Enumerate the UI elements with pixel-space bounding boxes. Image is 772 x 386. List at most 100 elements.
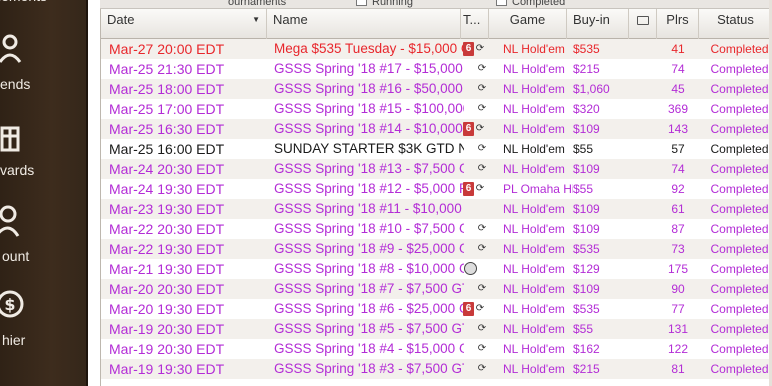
col-ticket[interactable] bbox=[629, 9, 657, 39]
row-buyin: $55 bbox=[573, 142, 594, 156]
row-plrs: 41 bbox=[671, 42, 685, 56]
row-game: NL Hold'em bbox=[503, 222, 565, 236]
col-date[interactable]: Date ▼ bbox=[101, 9, 267, 39]
row-date: Mar-25 18:00 EDT bbox=[109, 81, 225, 97]
row-date: Mar-22 20:30 EDT bbox=[109, 221, 225, 237]
row-name: GSSS Spring '18 #4 - $15,000 GT... bbox=[274, 341, 464, 356]
row-status: Completed bbox=[710, 322, 769, 336]
row-plrs: 92 bbox=[671, 182, 685, 196]
row-date: Mar-25 21:30 EDT bbox=[109, 61, 225, 77]
speed-icon: ⟳ bbox=[477, 163, 487, 174]
sidebar-item-friends[interactable]: ends bbox=[0, 32, 86, 102]
table-row[interactable]: Mar-25 18:00 EDT GSSS Spring '18 #16 - $5… bbox=[101, 79, 772, 99]
friends-icon bbox=[0, 34, 22, 63]
row-plrs: 90 bbox=[671, 282, 685, 296]
row-name: GSSS Spring '18 #7 - $7,500 GTD... bbox=[274, 281, 464, 296]
tournament-table: Date ▼ Name T... Game Buy-in Plrs Status… bbox=[100, 9, 772, 386]
speed-icon: ⟳ bbox=[477, 243, 487, 254]
sidebar-item-rewards[interactable]: vards bbox=[0, 118, 86, 188]
table-row[interactable]: Mar-19 20:30 EDT GSSS Spring '18 #4 - $15… bbox=[101, 339, 772, 359]
table-row[interactable]: Mar-24 19:30 EDT GSSS Spring '18 #12 - $5… bbox=[101, 179, 772, 199]
row-game: NL Hold'em bbox=[503, 202, 565, 216]
row-game: NL Hold'em bbox=[503, 82, 565, 96]
account-icon bbox=[0, 205, 20, 237]
row-type: ⟳ bbox=[463, 159, 493, 179]
row-status: Completed bbox=[710, 242, 769, 256]
row-plrs: 131 bbox=[667, 322, 689, 336]
row-type: ⟳ bbox=[463, 279, 493, 299]
row-name: GSSS Spring '18 #9 - $25,000 GT... bbox=[274, 241, 464, 256]
table-row[interactable]: Mar-24 20:30 EDT GSSS Spring '18 #13 - $7… bbox=[101, 159, 772, 179]
table-row[interactable]: Mar-23 19:30 EDT GSSS Spring '18 #11 - $1… bbox=[101, 199, 772, 219]
table-row[interactable]: Mar-22 20:30 EDT GSSS Spring '18 #10 - $7… bbox=[101, 219, 772, 239]
row-type bbox=[463, 199, 493, 219]
speed-icon: ⟳ bbox=[477, 143, 487, 154]
row-plrs: 87 bbox=[671, 222, 685, 236]
speed-icon: ⟳ bbox=[477, 343, 487, 354]
table-row[interactable]: Mar-19 19:30 EDT GSSS Spring '18 #3 - $7,… bbox=[101, 359, 772, 379]
row-date: Mar-25 17:00 EDT bbox=[109, 101, 225, 117]
sidebar-item-label: ends bbox=[0, 76, 31, 92]
col-status[interactable]: Status bbox=[699, 9, 772, 39]
table-row[interactable]: Mar-19 20:30 EDT GSSS Spring '18 #5 - $7,… bbox=[101, 319, 772, 339]
col-buyin[interactable]: Buy-in bbox=[567, 9, 629, 39]
row-name: GSSS Spring '18 #14 - $10,000 G... bbox=[274, 121, 464, 136]
row-name: Mega $535 Tuesday - $15,000 G... bbox=[274, 41, 464, 56]
row-plrs: 74 bbox=[671, 62, 685, 76]
table-row[interactable]: Mar-25 16:30 EDT GSSS Spring '18 #14 - $1… bbox=[101, 119, 772, 139]
sidebar-item-label: hier bbox=[2, 332, 26, 348]
sidebar-item-cashier[interactable]: $ hier bbox=[0, 288, 86, 358]
row-type: 6 ⟳ bbox=[463, 299, 493, 319]
row-name: GSSS Spring '18 #8 - $10,000 GT... bbox=[274, 261, 464, 276]
row-type: ⟳ bbox=[463, 319, 493, 339]
row-date: Mar-25 16:00 EDT bbox=[109, 141, 225, 157]
speed-icon: ⟳ bbox=[477, 83, 487, 94]
row-name: GSSS Spring '18 #3 - $7,500 GTD... bbox=[274, 361, 464, 376]
row-buyin: $535 bbox=[573, 302, 600, 316]
col-type[interactable]: T... bbox=[461, 9, 489, 39]
speed-icon: ⟳ bbox=[477, 363, 487, 374]
speed-icon: ⟳ bbox=[475, 43, 485, 54]
row-name: GSSS Spring '18 #5 - $7,500 GTD... bbox=[274, 321, 464, 336]
ticket-icon bbox=[637, 16, 649, 25]
table-row[interactable]: Mar-22 19:30 EDT GSSS Spring '18 #9 - $25… bbox=[101, 239, 772, 259]
row-date: Mar-24 19:30 EDT bbox=[109, 181, 225, 197]
row-game: NL Hold'em bbox=[503, 62, 565, 76]
table-row[interactable]: Mar-21 19:30 EDT GSSS Spring '18 #8 - $10… bbox=[101, 259, 772, 279]
row-game: PL Omaha Hi bbox=[503, 182, 573, 196]
table-row[interactable]: Mar-20 19:30 EDT GSSS Spring '18 #6 - $25… bbox=[101, 299, 772, 319]
sidebar: lements ends vards ount $ hier bbox=[0, 0, 88, 386]
row-date: Mar-27 20:00 EDT bbox=[109, 41, 225, 57]
col-plrs[interactable]: Plrs bbox=[657, 9, 699, 39]
table-row[interactable]: Mar-25 17:00 EDT GSSS Spring '18 #15 - $1… bbox=[101, 99, 772, 119]
row-buyin: $109 bbox=[573, 202, 600, 216]
table-row[interactable]: Mar-25 21:30 EDT GSSS Spring '18 #17 - $1… bbox=[101, 59, 772, 79]
row-plrs: 369 bbox=[667, 102, 689, 116]
col-game[interactable]: Game bbox=[489, 9, 567, 39]
speed-icon: ⟳ bbox=[475, 123, 485, 134]
row-game: NL Hold'em bbox=[503, 122, 565, 136]
row-status: Completed bbox=[710, 162, 769, 176]
row-plrs: 45 bbox=[671, 82, 685, 96]
row-game: NL Hold'em bbox=[503, 362, 565, 376]
speed-icon: ⟳ bbox=[477, 323, 487, 334]
row-buyin: $109 bbox=[573, 162, 600, 176]
table-row[interactable]: Mar-25 16:00 EDT SUNDAY STARTER $3K GTD N… bbox=[101, 139, 772, 159]
row-type: ⟳ bbox=[463, 139, 493, 159]
six-max-badge: 6 bbox=[463, 182, 474, 196]
col-name[interactable]: Name bbox=[267, 9, 461, 39]
row-game: NL Hold'em bbox=[503, 142, 565, 156]
row-plrs: 74 bbox=[671, 162, 685, 176]
row-name: GSSS Spring '18 #17 - $15,000 G... bbox=[274, 61, 464, 76]
table-row[interactable]: Mar-27 20:00 EDT Mega $535 Tuesday - $15,… bbox=[101, 39, 772, 59]
row-buyin: $109 bbox=[573, 282, 600, 296]
sidebar-item-account[interactable]: ount bbox=[0, 204, 86, 274]
six-max-badge: 6 bbox=[463, 302, 474, 316]
row-status: Completed bbox=[710, 222, 769, 236]
table-row[interactable]: Mar-20 20:30 EDT GSSS Spring '18 #7 - $7,… bbox=[101, 279, 772, 299]
row-name: GSSS Spring '18 #6 - $25,000 GT... bbox=[274, 301, 464, 316]
row-date: Mar-23 19:30 EDT bbox=[109, 201, 225, 217]
row-date: Mar-24 20:30 EDT bbox=[109, 161, 225, 177]
running-checkbox[interactable] bbox=[356, 0, 367, 6]
completed-checkbox[interactable] bbox=[496, 0, 507, 6]
